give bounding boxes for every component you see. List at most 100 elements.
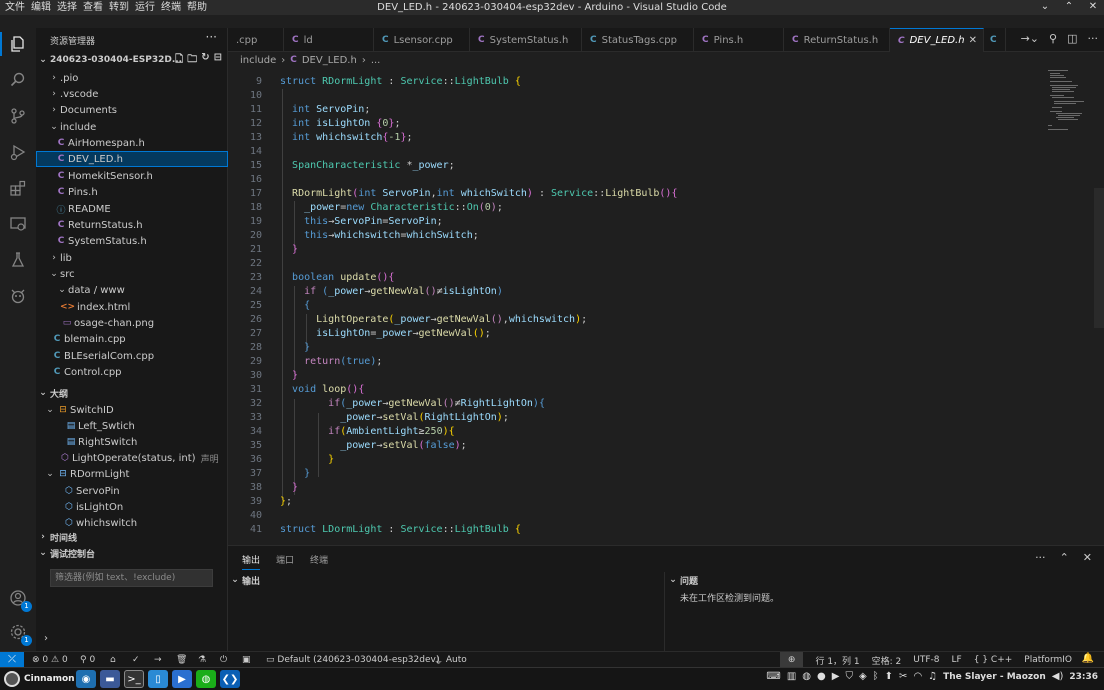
tree-file-blemain[interactable]: Cblemain.cpp <box>36 331 228 347</box>
outline-item-left-swtich[interactable]: ▤ Left_Swtich <box>36 418 228 434</box>
refresh-icon[interactable]: ↻ <box>201 52 209 69</box>
tree-file-dev-led[interactable]: C DEV_LED.h <box>36 151 228 167</box>
notifications-icon[interactable]: 🔔 <box>1082 653 1094 664</box>
debug-console-section-header[interactable]: ⌄ 调试控制台 <box>36 545 228 561</box>
indentation[interactable]: 空格: 2 <box>872 654 902 667</box>
tab-pins[interactable]: C Pins.h <box>694 28 784 52</box>
outline-section-header[interactable]: ⌄ 大纲 <box>36 385 228 401</box>
edge-browser-icon[interactable]: ◉ <box>76 670 96 688</box>
problems-section-header[interactable]: ⌄ 问题 <box>666 572 698 588</box>
run-debug-icon[interactable] <box>6 140 30 164</box>
platformio-label[interactable]: PlatformIO <box>1024 655 1072 665</box>
environment-selector[interactable]: ▭ Default (240623-030404-esp32dev) <box>266 652 439 668</box>
manage-icon[interactable]: 1 <box>6 620 32 646</box>
menu-go[interactable]: 转到 <box>106 1 132 14</box>
tree-folder-include[interactable]: ⌄ include <box>36 119 228 135</box>
end-of-line[interactable]: LF <box>952 655 962 665</box>
tab-dev-led[interactable]: C DEV_LED.h ✕ <box>890 28 984 52</box>
menu-file[interactable]: 文件 <box>2 1 28 14</box>
files-app-icon[interactable]: ▯ <box>148 670 168 688</box>
wifi-icon[interactable]: ◠ <box>913 671 922 682</box>
platformio-upload-icon[interactable]: → <box>154 652 162 668</box>
tree-folder-data-www[interactable]: ⌄ data / www <box>36 282 228 298</box>
file-manager-icon[interactable]: ▬ <box>100 670 120 688</box>
tab-systemstatus[interactable]: C SystemStatus.h <box>470 28 582 52</box>
output-section-header[interactable]: ⌄ 输出 <box>228 572 260 588</box>
panel-tab-output[interactable]: 输出 <box>242 553 261 570</box>
outline-item-rdormlight[interactable]: ⌄ ⊟ RDormLight <box>36 466 228 482</box>
collapse-all-icon[interactable]: ⊟ <box>214 52 222 69</box>
remote-icon[interactable]: ⤫ <box>0 652 24 668</box>
tab-overflow[interactable]: C <box>984 28 1006 52</box>
volume-icon[interactable]: ◀) <box>1052 671 1064 682</box>
menu-help[interactable]: 帮助 <box>184 1 210 14</box>
source-control-icon[interactable] <box>6 104 30 128</box>
minimize-icon[interactable]: ⌄ <box>1038 0 1052 14</box>
platformio-build-icon[interactable]: ✓ <box>132 652 140 668</box>
app-tray-icon[interactable]: ● <box>817 671 826 682</box>
outline-item-lightoperate[interactable]: ⬡ LightOperate(status, int) 声明 <box>36 450 228 466</box>
tab-statustags[interactable]: C StatusTags.cpp <box>582 28 694 52</box>
close-icon[interactable]: ✕ <box>1086 0 1100 14</box>
new-file-icon[interactable]: 🗋 <box>175 52 183 69</box>
search-icon[interactable] <box>6 68 30 92</box>
account-icon[interactable]: 1 <box>6 586 32 612</box>
panel-tab-ports[interactable]: 端口 <box>276 553 294 570</box>
problems-status[interactable]: ⊗ 0 ⚠ 0 <box>32 652 68 668</box>
ports-status[interactable]: ⚲ 0 <box>80 652 95 668</box>
keyboard-icon[interactable]: ⌨ <box>766 671 780 682</box>
bluetooth-icon[interactable]: ᛒ <box>873 671 879 682</box>
tree-file-returnstatus[interactable]: C ReturnStatus.h <box>36 217 228 233</box>
tree-folder-lib[interactable]: › lib <box>36 250 228 266</box>
zoom-icon[interactable]: ⊕ <box>779 652 804 668</box>
music-icon[interactable]: ♫ <box>928 671 937 682</box>
tab-cpp[interactable]: .cpp <box>228 28 284 52</box>
testing-icon[interactable] <box>6 248 30 272</box>
serial-monitor-icon[interactable]: ⏻ <box>220 652 227 668</box>
tree-file-systemstatus[interactable]: C SystemStatus.h <box>36 233 228 249</box>
split-editor-icon[interactable]: ◫ <box>1067 32 1077 45</box>
more-actions-icon[interactable]: ··· <box>1088 32 1099 45</box>
outline-item-servopin[interactable]: ⬡ ServoPin <box>36 483 228 499</box>
breadcrumb-file[interactable]: DEV_LED.h <box>302 55 357 66</box>
tree-folder-pio[interactable]: › .pio <box>36 70 228 86</box>
more-actions-icon[interactable]: ··· <box>1035 551 1046 564</box>
tools-icon[interactable]: ✂ <box>899 671 907 682</box>
platformio-home-icon[interactable]: ⌂ <box>110 652 116 668</box>
terminal-icon[interactable]: ▣ <box>242 652 251 668</box>
tab-ld[interactable]: Cld <box>284 28 374 52</box>
panel-tab-terminal[interactable]: 终端 <box>310 553 328 570</box>
new-folder-icon[interactable]: 🗀 <box>187 52 197 69</box>
remote-explorer-icon[interactable] <box>6 212 30 236</box>
explorer-icon[interactable] <box>0 32 30 56</box>
outline-item-islighton[interactable]: ⬡ isLightOn <box>36 499 228 515</box>
cursor-position[interactable]: 行 1，列 1 <box>815 654 859 667</box>
close-tab-icon[interactable]: ✕ <box>969 35 977 46</box>
tree-file-readme[interactable]: ⓘ README <box>36 201 228 217</box>
close-panel-icon[interactable]: ✕ <box>1083 551 1092 564</box>
editor-scrollbar[interactable] <box>1094 68 1104 543</box>
maximize-icon[interactable]: ⌃ <box>1062 0 1076 14</box>
tab-returnstatus[interactable]: C ReturnStatus.h <box>784 28 890 52</box>
breadcrumb-symbol[interactable]: ... <box>371 55 381 66</box>
media-player-icon[interactable]: ▶ <box>172 670 192 688</box>
terminal-app-icon[interactable]: >_ <box>124 670 144 688</box>
code-editor[interactable]: 9 struct RDormLight : Service::LightBulb … <box>228 68 1104 543</box>
tab-lsensor[interactable]: C Lsensor.cpp <box>374 28 470 52</box>
wechat-tray-icon[interactable]: ◍ <box>802 671 811 682</box>
minimap[interactable] <box>1046 68 1086 138</box>
vscode-app-icon[interactable]: ❮❯ <box>220 670 240 688</box>
platformio-test-icon[interactable]: ⚗ <box>198 652 206 668</box>
debug-filter-input[interactable]: 筛选器(例如 text、!exclude) <box>50 569 213 587</box>
extensions-icon[interactable] <box>6 176 30 200</box>
encoding[interactable]: UTF-8 <box>913 655 939 665</box>
security-icon[interactable]: ◈ <box>859 671 867 682</box>
tree-folder-src[interactable]: ⌄ src <box>36 266 228 282</box>
tree-folder-vscode[interactable]: › .vscode <box>36 86 228 102</box>
go-forward-icon[interactable]: →⌄ <box>1021 32 1039 45</box>
menu-selection[interactable]: 选择 <box>54 1 80 14</box>
project-section-header[interactable]: ⌄ 240623-030404-ESP32D... 🗋 🗀 ↻ ⊟ <box>36 52 228 68</box>
outline-item-switchid[interactable]: ⌄ ⊟ SwitchID <box>36 402 228 418</box>
now-playing[interactable]: The Slayer - Maozon <box>943 672 1046 682</box>
menu-edit[interactable]: 编辑 <box>28 1 54 14</box>
